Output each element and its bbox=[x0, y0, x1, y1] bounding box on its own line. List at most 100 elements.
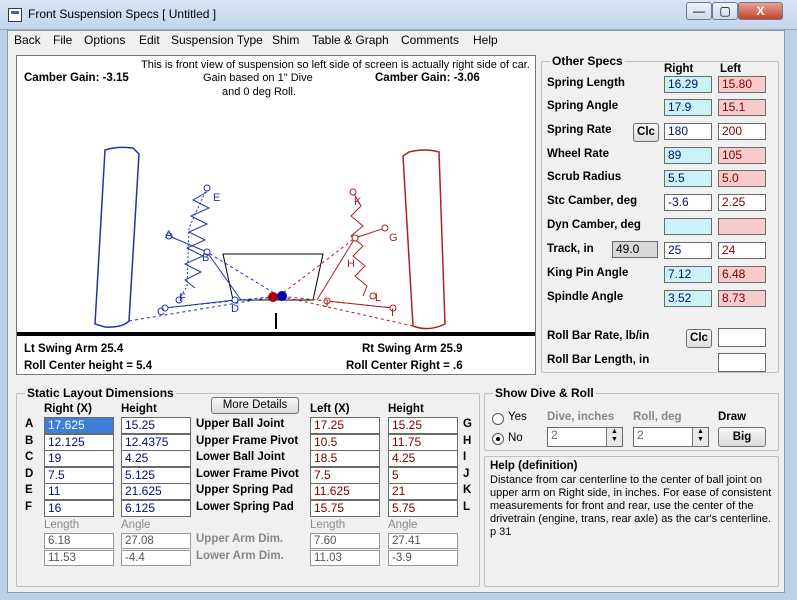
scrub-radius-left[interactable]: 5.0 bbox=[718, 170, 766, 187]
right-x-field[interactable]: 12.125 bbox=[44, 433, 114, 451]
right-dash-3 bbox=[206, 251, 280, 297]
right-lower-arm-length: 11.53 bbox=[44, 550, 114, 566]
dyn-camber-left[interactable] bbox=[718, 218, 766, 235]
track-left[interactable]: 24 bbox=[718, 242, 766, 259]
wheel-rate-right[interactable]: 89 bbox=[664, 147, 712, 164]
right-x-field[interactable]: 11 bbox=[44, 483, 114, 500]
height-header-right: Height bbox=[121, 403, 157, 415]
row-letter-left: A bbox=[25, 418, 34, 430]
left-x-field[interactable]: 7.5 bbox=[310, 466, 380, 484]
dive-spinner[interactable]: ▲ ▼ bbox=[606, 428, 622, 446]
menu-comments[interactable]: Comments bbox=[401, 33, 459, 47]
height-header-left: Height bbox=[388, 403, 424, 415]
close-button[interactable]: X bbox=[738, 2, 783, 20]
point-d-label: D bbox=[231, 303, 239, 315]
spring-length-label: Spring Length bbox=[547, 77, 625, 89]
suspension-diagram bbox=[17, 146, 535, 336]
more-details-button[interactable]: More Details bbox=[211, 397, 299, 414]
roll-spinner[interactable]: ▲ ▼ bbox=[692, 428, 708, 446]
rt-swing-arm: Rt Swing Arm 25.9 bbox=[362, 343, 463, 355]
row-letter-right: G bbox=[463, 418, 472, 430]
spring-angle-right[interactable]: 17.9 bbox=[664, 99, 712, 116]
row-letter-left: E bbox=[25, 484, 33, 496]
left-x-field[interactable]: 11.625 bbox=[310, 483, 380, 500]
king-pin-angle-left[interactable]: 6.48 bbox=[718, 266, 766, 283]
track-label: Track, in bbox=[547, 243, 594, 255]
roll-bar-rate-field[interactable] bbox=[718, 328, 766, 347]
point-name-label: Lower Ball Joint bbox=[196, 451, 285, 463]
right-angle-header: Angle bbox=[121, 519, 151, 531]
left-height-field[interactable]: 21 bbox=[388, 483, 458, 500]
row-letter-left: C bbox=[25, 451, 34, 463]
left-height-field[interactable]: 15.25 bbox=[388, 417, 458, 434]
dive-inches-label: Dive, inches bbox=[547, 411, 615, 423]
left-height-field[interactable]: 11.75 bbox=[388, 433, 458, 451]
right-tire-outline bbox=[94, 146, 140, 328]
left-x-field[interactable]: 15.75 bbox=[310, 499, 380, 517]
king-pin-angle-right[interactable]: 7.12 bbox=[664, 266, 712, 283]
right-height-field[interactable]: 15.25 bbox=[121, 417, 191, 434]
menu-table-graph[interactable]: Table & Graph bbox=[312, 33, 389, 47]
point-f-label: F bbox=[179, 292, 186, 304]
right-height-field[interactable]: 12.4375 bbox=[121, 433, 191, 451]
roll-center-blue bbox=[277, 291, 287, 301]
spring-angle-left[interactable]: 15.1 bbox=[718, 99, 766, 116]
stc-camber-right[interactable]: -3.6 bbox=[664, 194, 712, 211]
left-lower-arm-length: 11.03 bbox=[310, 550, 380, 566]
left-height-field[interactable]: 4.25 bbox=[388, 450, 458, 467]
maximize-button[interactable]: ▢ bbox=[712, 2, 738, 20]
menu-help[interactable]: Help bbox=[473, 33, 498, 47]
track-right[interactable]: 25 bbox=[664, 242, 712, 259]
menu-suspension-type[interactable]: Suspension Type bbox=[171, 33, 263, 47]
left-x-field[interactable]: 10.5 bbox=[310, 433, 380, 451]
menu-options[interactable]: Options bbox=[84, 33, 125, 47]
spindle-angle-left[interactable]: 8.73 bbox=[718, 290, 766, 307]
spindle-angle-right[interactable]: 3.52 bbox=[664, 290, 712, 307]
spring-rate-label: Spring Rate bbox=[547, 124, 612, 136]
client-area: Back File Options Edit Suspension Type S… bbox=[7, 30, 785, 593]
dive-yes-radio[interactable] bbox=[492, 413, 504, 425]
spring-length-left[interactable]: 15.80 bbox=[718, 76, 766, 93]
right-x-field[interactable]: 19 bbox=[44, 450, 114, 467]
point-c-label: C bbox=[157, 306, 165, 318]
roll-bar-calc-button[interactable]: Clc bbox=[686, 329, 712, 348]
point-b-label: B bbox=[202, 252, 210, 264]
stc-camber-left[interactable]: 2.25 bbox=[718, 194, 766, 211]
ground-line bbox=[17, 332, 535, 336]
spring-angle-label: Spring Angle bbox=[547, 100, 619, 112]
menu-edit[interactable]: Edit bbox=[139, 33, 160, 47]
dive-no-radio[interactable] bbox=[492, 433, 504, 445]
menu-file[interactable]: File bbox=[53, 33, 72, 47]
minimize-button[interactable]: — bbox=[686, 2, 712, 20]
wheel-rate-left[interactable]: 105 bbox=[718, 147, 766, 164]
right-height-field[interactable]: 5.125 bbox=[121, 466, 191, 484]
roll-bar-length-field[interactable] bbox=[718, 353, 766, 372]
spindle-angle-label: Spindle Angle bbox=[547, 291, 624, 303]
scrub-radius-label: Scrub Radius bbox=[547, 171, 622, 183]
scrub-radius-right[interactable]: 5.5 bbox=[664, 170, 712, 187]
track-total: 49.0 bbox=[612, 241, 658, 258]
right-x-field[interactable]: 17.625 bbox=[44, 417, 114, 434]
spring-rate-left[interactable]: 200 bbox=[718, 123, 766, 140]
right-height-field[interactable]: 6.125 bbox=[121, 499, 191, 517]
left-x-field[interactable]: 18.5 bbox=[310, 450, 380, 467]
left-x-field[interactable]: 17.25 bbox=[310, 417, 380, 434]
lower-arm-dim-label: Lower Arm Dim. bbox=[196, 550, 284, 562]
right-x-field[interactable]: 7.5 bbox=[44, 466, 114, 484]
suspension-view: This is front view of suspension so left… bbox=[16, 55, 536, 375]
row-letter-left: F bbox=[25, 500, 33, 513]
menu-shim[interactable]: Shim bbox=[272, 33, 299, 47]
roll-center-height: Roll Center height = 5.4 bbox=[24, 360, 153, 372]
dive-no-label: No bbox=[508, 432, 523, 444]
left-height-field[interactable]: 5.75 bbox=[388, 499, 458, 517]
right-height-field[interactable]: 21.625 bbox=[121, 483, 191, 500]
right-x-field[interactable]: 16 bbox=[44, 499, 114, 517]
left-height-field[interactable]: 5 bbox=[388, 466, 458, 484]
spring-rate-calc-button[interactable]: Clc bbox=[633, 123, 659, 142]
spring-rate-right[interactable]: 180 bbox=[664, 123, 712, 140]
right-height-field[interactable]: 4.25 bbox=[121, 450, 191, 467]
menu-back[interactable]: Back bbox=[14, 33, 41, 47]
draw-big-button[interactable]: Big bbox=[718, 427, 766, 447]
spring-length-right[interactable]: 16.29 bbox=[664, 76, 712, 93]
dyn-camber-right[interactable] bbox=[664, 218, 712, 235]
